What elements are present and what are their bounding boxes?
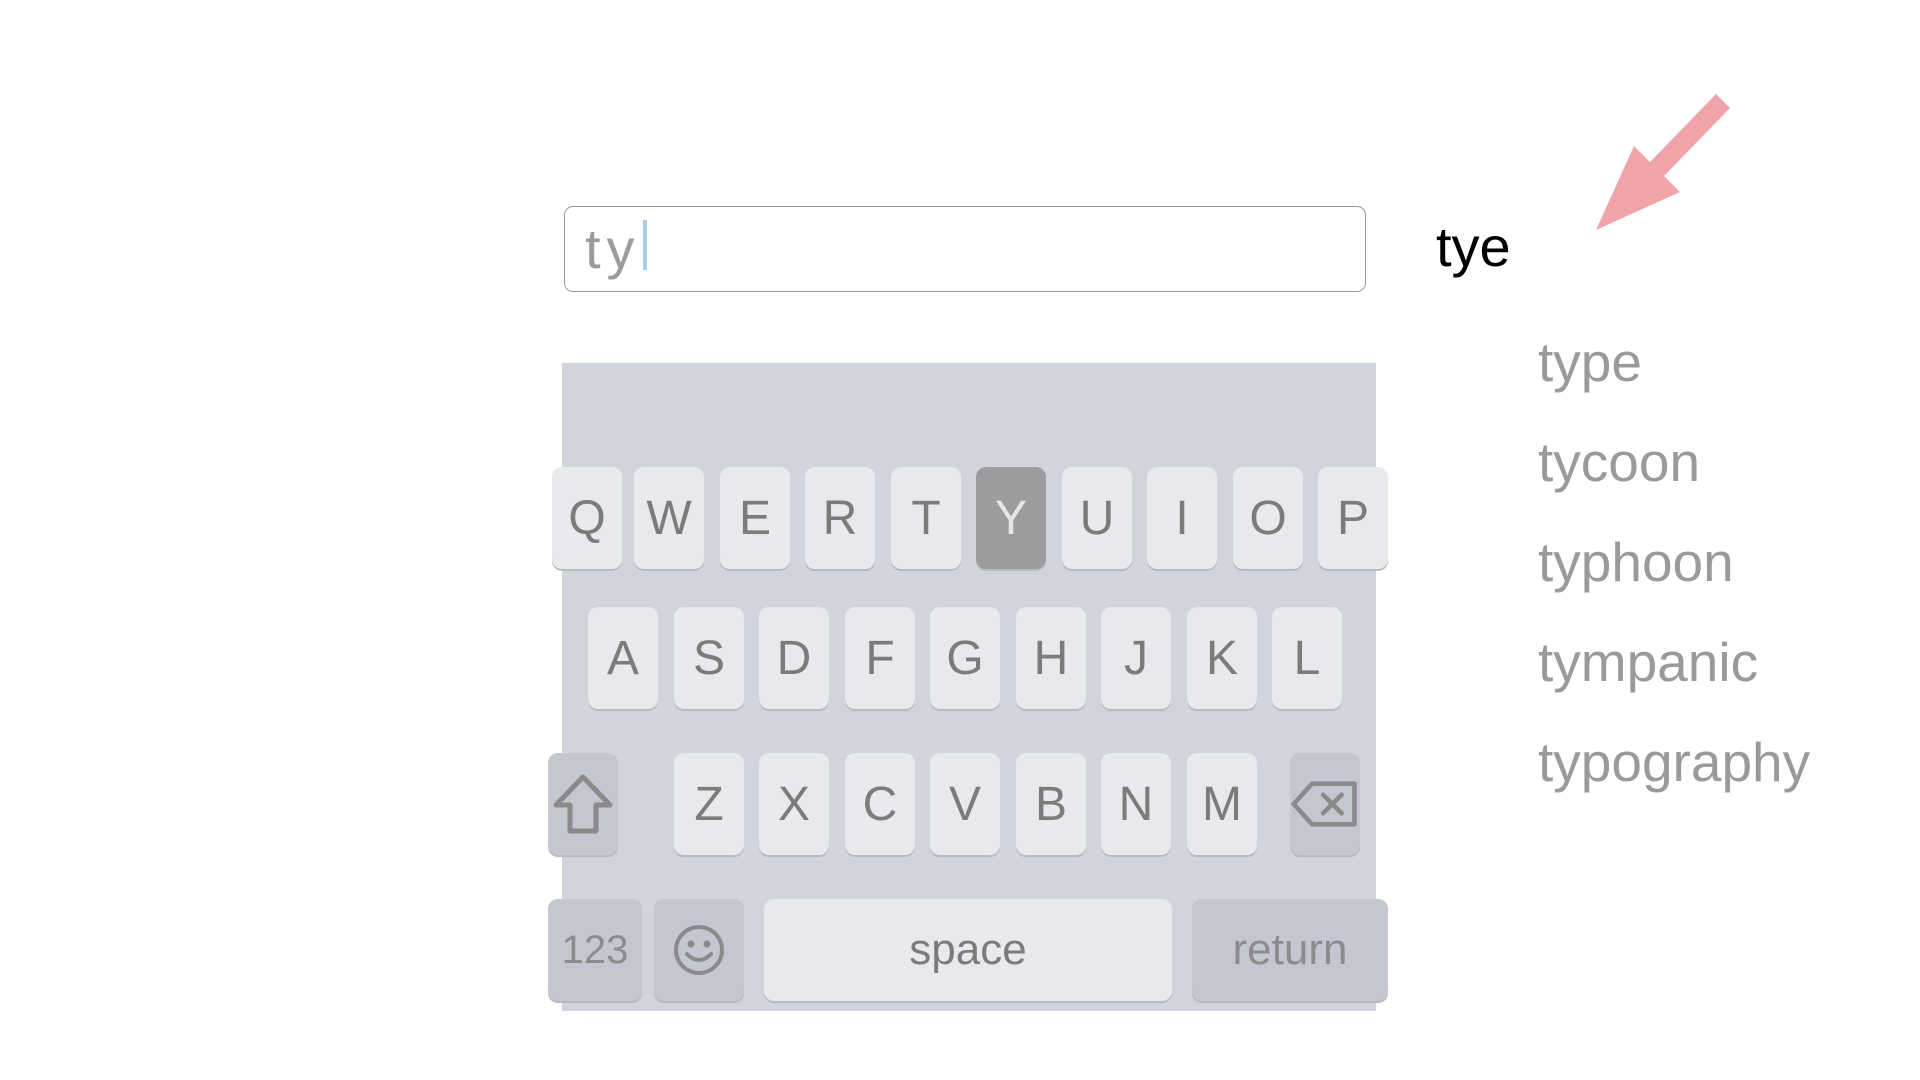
key-d[interactable]: D <box>759 607 829 709</box>
key-s[interactable]: S <box>674 607 744 709</box>
key-x[interactable]: X <box>759 753 829 855</box>
text-cursor <box>642 220 647 270</box>
key-h[interactable]: H <box>1016 607 1086 709</box>
key-w[interactable]: W <box>634 467 704 569</box>
key-y[interactable]: Y <box>976 467 1046 569</box>
numbers-key[interactable]: 123 <box>548 899 642 1001</box>
suggestion-item[interactable]: tycoon <box>1538 425 1810 525</box>
key-e[interactable]: E <box>720 467 790 569</box>
key-l[interactable]: L <box>1272 607 1342 709</box>
on-screen-keyboard: Q W E R T Y U I O P A S D F G H J K L Z … <box>548 363 1388 1011</box>
key-g[interactable]: G <box>930 607 1000 709</box>
key-i[interactable]: I <box>1147 467 1217 569</box>
key-q[interactable]: Q <box>552 467 622 569</box>
key-u[interactable]: U <box>1062 467 1132 569</box>
suggestion-item[interactable]: type <box>1538 325 1810 425</box>
typed-word-label: tye <box>1436 215 1511 278</box>
shift-arrow-icon <box>553 774 613 834</box>
text-input-field[interactable]: ty <box>564 206 1366 292</box>
space-key[interactable]: space <box>764 899 1172 1001</box>
key-v[interactable]: V <box>930 753 1000 855</box>
key-m[interactable]: M <box>1187 753 1257 855</box>
key-b[interactable]: B <box>1016 753 1086 855</box>
suggestion-list: type tycoon typhoon tympanic typography <box>1538 325 1810 825</box>
key-o[interactable]: O <box>1233 467 1303 569</box>
red-arrow-icon <box>1596 94 1730 230</box>
key-z[interactable]: Z <box>674 753 744 855</box>
typed-text: ty <box>585 217 641 280</box>
key-t[interactable]: T <box>891 467 961 569</box>
key-n[interactable]: N <box>1101 753 1171 855</box>
backspace-icon <box>1291 781 1357 827</box>
suggestion-item[interactable]: tympanic <box>1538 625 1810 725</box>
key-k[interactable]: K <box>1187 607 1257 709</box>
emoji-key[interactable] <box>654 899 744 1001</box>
suggestion-item[interactable]: typhoon <box>1538 525 1810 625</box>
key-r[interactable]: R <box>805 467 875 569</box>
smiley-face-icon <box>674 925 724 975</box>
key-a[interactable]: A <box>588 607 658 709</box>
return-key[interactable]: return <box>1192 899 1388 1001</box>
key-f[interactable]: F <box>845 607 915 709</box>
shift-key[interactable] <box>548 753 618 855</box>
suggestion-item[interactable]: typography <box>1538 725 1810 825</box>
key-c[interactable]: C <box>845 753 915 855</box>
key-p[interactable]: P <box>1318 467 1388 569</box>
delete-key[interactable] <box>1290 753 1360 855</box>
key-j[interactable]: J <box>1101 607 1171 709</box>
